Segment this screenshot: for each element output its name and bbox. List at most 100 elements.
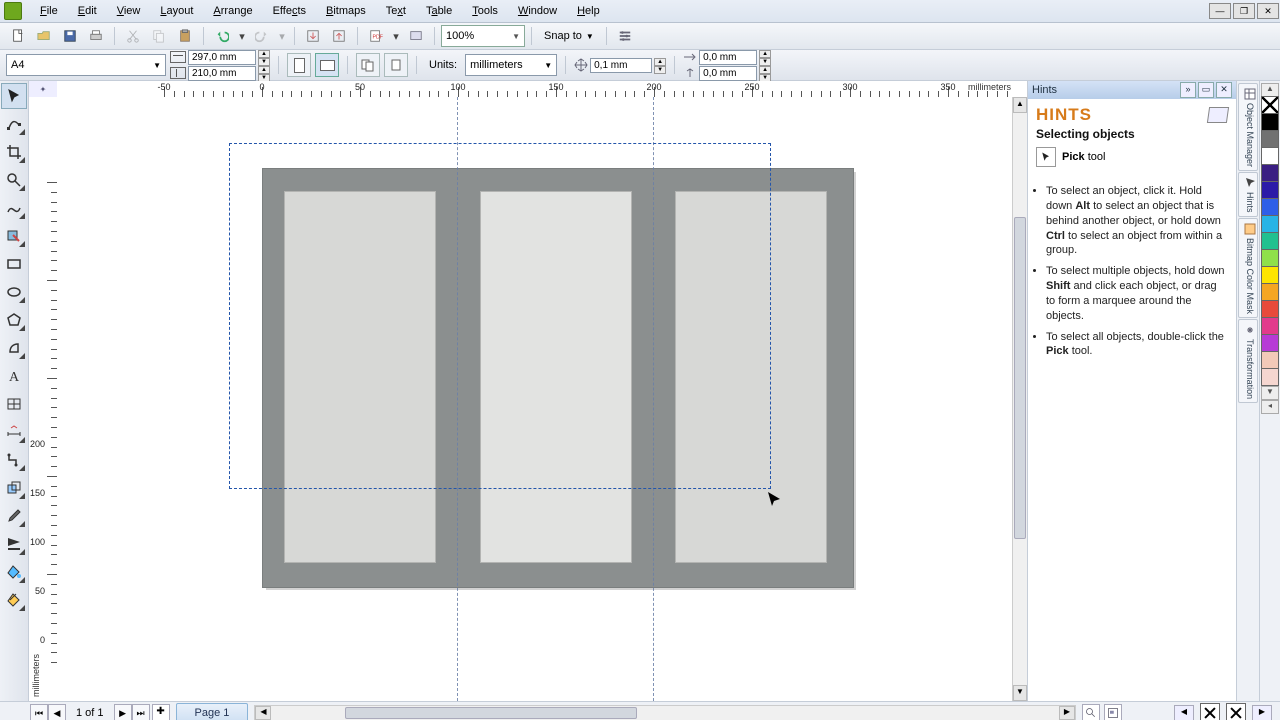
status-prev[interactable]: ◀: [1174, 705, 1194, 720]
palette-down[interactable]: ▼: [1261, 386, 1279, 400]
menu-file[interactable]: File: [30, 2, 68, 20]
dup-y-spinner[interactable]: ▲▼: [759, 66, 771, 81]
redo-button[interactable]: [250, 24, 274, 48]
vscroll-down[interactable]: ▼: [1013, 685, 1027, 701]
paper-size-combo[interactable]: A4▼: [6, 54, 166, 76]
swatch-none[interactable]: [1261, 96, 1279, 114]
page-height-field[interactable]: 210,0 mm: [188, 66, 256, 81]
dimension-tool[interactable]: [1, 419, 27, 445]
landscape-button[interactable]: [315, 53, 339, 77]
hscroll-right[interactable]: ▶: [1059, 706, 1075, 720]
swatch[interactable]: [1261, 266, 1279, 284]
horizontal-ruler[interactable]: millimeters -50050100150200250300350: [57, 81, 1013, 98]
interactive-fill-tool[interactable]: [1, 587, 27, 613]
crop-tool[interactable]: [1, 139, 27, 165]
zoom-tool[interactable]: [1, 167, 27, 193]
menu-text[interactable]: Text: [376, 2, 416, 20]
docker-tab-object-manager[interactable]: Object Manager: [1238, 83, 1258, 171]
dup-x-spinner[interactable]: ▲▼: [759, 50, 771, 65]
zoom-to-page-button[interactable]: [1082, 704, 1100, 720]
palette-flyout[interactable]: ◂: [1261, 400, 1279, 414]
swatch[interactable]: [1261, 113, 1279, 131]
app-launcher-button[interactable]: [404, 24, 428, 48]
menu-edit[interactable]: Edit: [68, 2, 107, 20]
nudge-spinner[interactable]: ▲▼: [654, 58, 666, 73]
docker-collapse[interactable]: »: [1180, 82, 1196, 98]
prev-page-button[interactable]: ◀: [48, 704, 66, 720]
import-button[interactable]: [301, 24, 325, 48]
outline-tool[interactable]: [1, 531, 27, 557]
eyedropper-tool[interactable]: [1, 503, 27, 529]
swatch[interactable]: [1261, 232, 1279, 250]
paste-button[interactable]: [173, 24, 197, 48]
shape-tool[interactable]: [1, 111, 27, 137]
width-spinner[interactable]: ▲▼: [258, 50, 270, 65]
docker-menu[interactable]: ▭: [1198, 82, 1214, 98]
docker-tab-transformation[interactable]: Transformation: [1238, 319, 1258, 403]
status-next[interactable]: ▶: [1252, 705, 1272, 720]
vertical-scrollbar[interactable]: ▲ ▼: [1012, 97, 1027, 701]
swatch[interactable]: [1261, 130, 1279, 148]
next-page-button[interactable]: ▶: [114, 704, 132, 720]
swatch[interactable]: [1261, 215, 1279, 233]
swatch[interactable]: [1261, 283, 1279, 301]
rectangle-tool[interactable]: [1, 251, 27, 277]
height-spinner[interactable]: ▲▼: [258, 66, 270, 81]
vscroll-thumb[interactable]: [1014, 217, 1026, 539]
interactive-tool[interactable]: [1, 475, 27, 501]
all-pages-button[interactable]: [356, 53, 380, 77]
page-width-field[interactable]: 297,0 mm: [188, 50, 256, 65]
swatch[interactable]: [1261, 368, 1279, 386]
polygon-tool[interactable]: [1, 307, 27, 333]
navigator-button[interactable]: [1104, 704, 1122, 720]
last-page-button[interactable]: ⏭: [132, 704, 150, 720]
redo-dropdown[interactable]: ▾: [276, 24, 288, 48]
swatch[interactable]: [1261, 181, 1279, 199]
first-page-button[interactable]: ⏮: [30, 704, 48, 720]
zoom-combo[interactable]: 100%▼: [441, 25, 525, 47]
docker-tab-hints[interactable]: Hints: [1238, 172, 1258, 217]
print-button[interactable]: [84, 24, 108, 48]
vertical-ruler[interactable]: 200150100500 millimeters: [29, 97, 58, 701]
export-button[interactable]: [327, 24, 351, 48]
snap-to[interactable]: Snap to▼: [538, 30, 600, 42]
portrait-button[interactable]: [287, 53, 311, 77]
options-button[interactable]: [613, 24, 637, 48]
save-button[interactable]: [58, 24, 82, 48]
drawing-page[interactable]: [57, 97, 1013, 701]
cut-button[interactable]: [121, 24, 145, 48]
menu-window[interactable]: Window: [508, 2, 567, 20]
copy-button[interactable]: [147, 24, 171, 48]
horizontal-scrollbar[interactable]: ◀ ▶: [254, 705, 1076, 720]
menu-tools[interactable]: Tools: [462, 2, 508, 20]
swatch[interactable]: [1261, 351, 1279, 369]
swatch[interactable]: [1261, 198, 1279, 216]
freehand-tool[interactable]: [1, 195, 27, 221]
pick-tool[interactable]: [1, 83, 27, 109]
menu-effects[interactable]: Effects: [263, 2, 316, 20]
open-button[interactable]: [32, 24, 56, 48]
swatch[interactable]: [1261, 249, 1279, 267]
basic-shapes-tool[interactable]: [1, 335, 27, 361]
dup-y-field[interactable]: 0,0 mm: [699, 66, 757, 81]
hscroll-thumb[interactable]: [345, 707, 637, 719]
menu-bitmaps[interactable]: Bitmaps: [316, 2, 376, 20]
menu-table[interactable]: Table: [416, 2, 462, 20]
mdi-minimize[interactable]: —: [1209, 3, 1231, 19]
nudge-field[interactable]: 0,1 mm: [590, 58, 652, 73]
current-page-button[interactable]: [384, 53, 408, 77]
menu-layout[interactable]: Layout: [150, 2, 203, 20]
swatch[interactable]: [1261, 300, 1279, 318]
publish-pdf-button[interactable]: PDF: [364, 24, 388, 48]
add-page-button[interactable]: ✚: [152, 704, 170, 720]
mdi-close[interactable]: ✕: [1257, 3, 1279, 19]
hscroll-left[interactable]: ◀: [255, 706, 271, 720]
connector-tool[interactable]: [1, 447, 27, 473]
publish-dropdown[interactable]: ▾: [390, 24, 402, 48]
ellipse-tool[interactable]: [1, 279, 27, 305]
docker-close[interactable]: ✕: [1216, 82, 1232, 98]
text-tool[interactable]: A: [1, 363, 27, 389]
hints-docker-header[interactable]: Hints » ▭ ✕: [1028, 81, 1236, 99]
menu-view[interactable]: View: [107, 2, 151, 20]
mdi-restore[interactable]: ❐: [1233, 3, 1255, 19]
